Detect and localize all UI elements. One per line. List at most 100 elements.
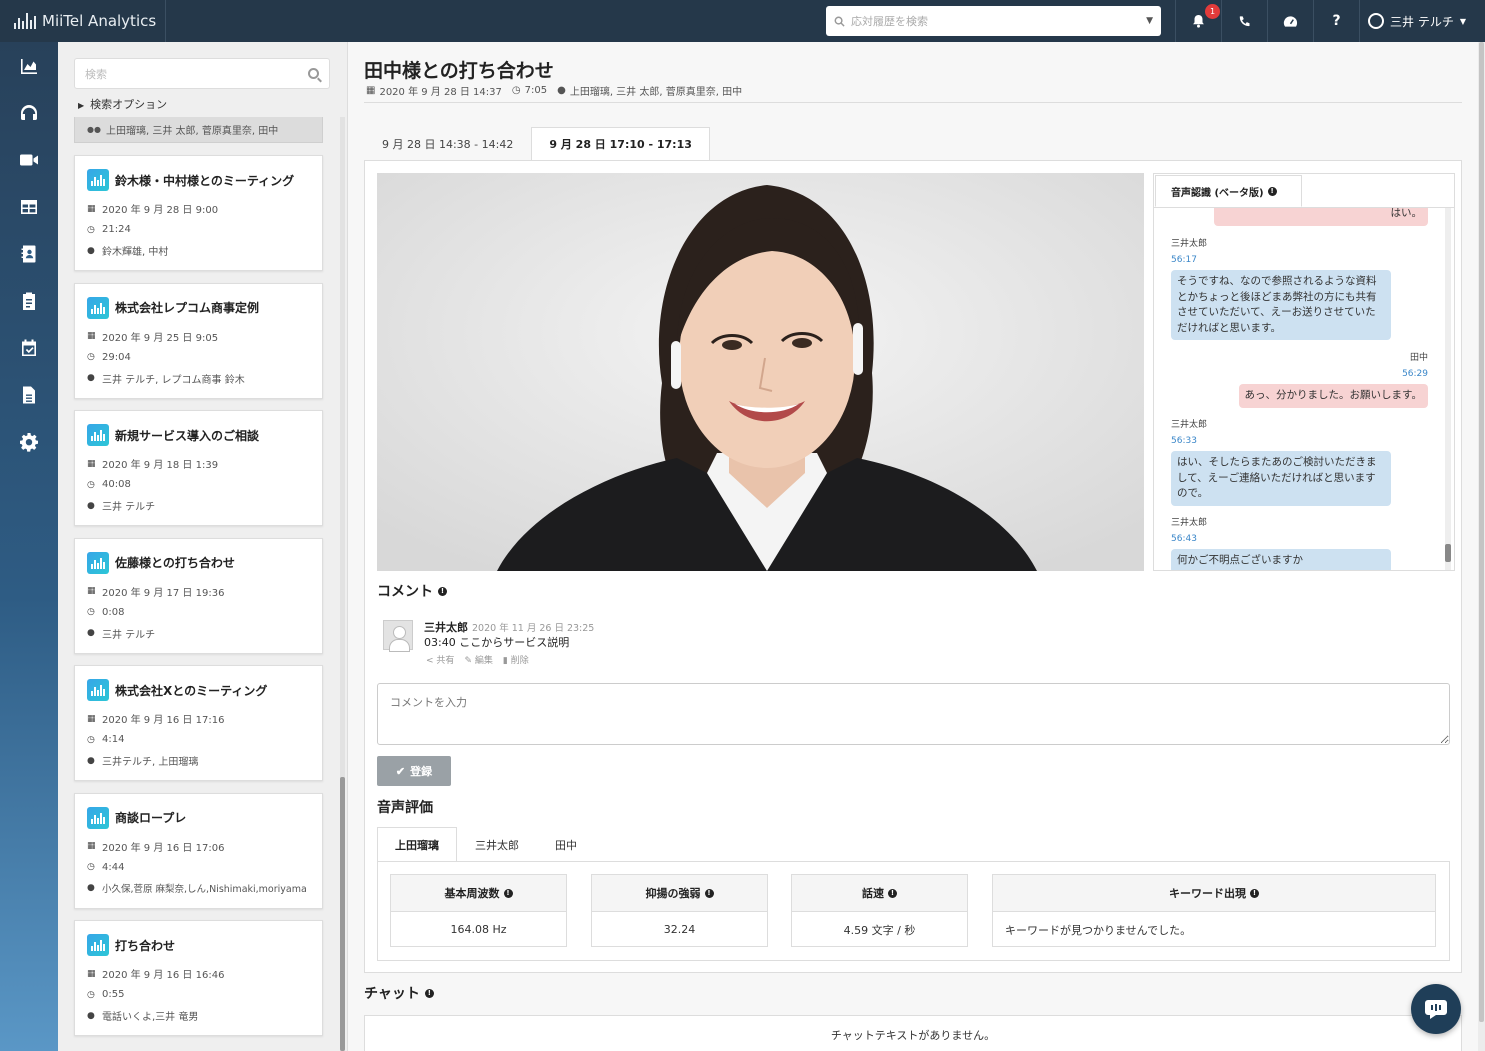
metric-label: キーワード出現 bbox=[1169, 887, 1246, 900]
meeting-card-date: 2020 年 9 月 16 日 16:46 bbox=[102, 970, 225, 981]
comment-author: 三井太郎 2020 年 11 月 26 日 23:25 bbox=[424, 619, 594, 635]
nav-meetings[interactable] bbox=[0, 136, 58, 183]
message-timestamp[interactable]: 56:43 bbox=[1171, 532, 1391, 548]
meeting-detail: 田中様との打ち合わせ ▦ 2020 年 9 月 28 日 14:37 ◷ 7:05 … bbox=[348, 42, 1478, 1051]
chat-support-button[interactable] bbox=[1411, 984, 1461, 1034]
list-item-partial[interactable]: ●● 上田瑠璃, 三井 太郎, 菅原真里奈, 田中 bbox=[74, 117, 323, 143]
meeting-card-duration: 0:08 bbox=[102, 606, 125, 618]
meeting-app-icon bbox=[87, 296, 109, 319]
meeting-card[interactable]: 新規サービス導入のご相談 ▦ 2020 年 9 月 18 日 1:39 ◷ 40:0… bbox=[74, 410, 323, 526]
clipboard-icon bbox=[23, 292, 35, 310]
speedometer-icon bbox=[1283, 15, 1298, 27]
clock-icon: ◷ bbox=[511, 85, 521, 96]
info-icon[interactable]: ! bbox=[888, 888, 897, 898]
message-timestamp[interactable]: 56:17 bbox=[1171, 253, 1391, 269]
transcript-message: 三井太郎 56:43 何かご不明点ございますか bbox=[1171, 516, 1391, 570]
page-scrollbar-thumb[interactable] bbox=[1479, 42, 1484, 1022]
info-icon[interactable]: ! bbox=[503, 888, 513, 898]
info-icon[interactable]: ! bbox=[438, 586, 447, 596]
voice-eval-heading: 音声評価 bbox=[377, 797, 433, 817]
area-chart-icon bbox=[21, 58, 37, 74]
meeting-search-input[interactable]: 検索 bbox=[74, 58, 330, 89]
user-menu[interactable]: 三井 テルチ ▼ bbox=[1359, 0, 1474, 42]
meeting-card-title: 新規サービス導入のご相談 bbox=[115, 428, 260, 443]
list-scrollbar-thumb[interactable] bbox=[340, 777, 345, 1051]
caret-down-icon[interactable]: ▼ bbox=[1146, 16, 1153, 26]
participants-icon: ● bbox=[87, 755, 95, 766]
edit-button[interactable]: ✎ 編集 bbox=[464, 653, 492, 666]
comment-input[interactable] bbox=[377, 683, 1450, 745]
tab-speaker[interactable]: 三井太郎 bbox=[457, 827, 537, 862]
nav-analytics[interactable] bbox=[0, 42, 58, 89]
meeting-card-title: 鈴木様・中村様とのミーティング bbox=[115, 173, 295, 188]
meeting-card[interactable]: 鈴木様・中村様とのミーティング ▦ 2020 年 9 月 28 日 9:00 ◷ 2… bbox=[74, 155, 323, 271]
tab-session-1[interactable]: 9 月 28 日 14:38 - 14:42 bbox=[364, 127, 531, 161]
metric-speech-rate: 話速! 4.59 文字 / 秒 bbox=[791, 874, 968, 947]
help-button[interactable]: ? bbox=[1313, 0, 1359, 42]
info-icon[interactable]: ! bbox=[1250, 888, 1259, 898]
chat-heading: チャット! bbox=[364, 983, 434, 1003]
register-button[interactable]: ✔ 登録 bbox=[377, 756, 451, 786]
tab-speaker[interactable]: 田中 bbox=[537, 827, 595, 862]
meeting-card[interactable]: 打ち合わせ ▦ 2020 年 9 月 16 日 16:46 ◷ 0:55 ● 電話いく… bbox=[74, 920, 323, 1036]
page-scrollbar[interactable] bbox=[1478, 42, 1485, 1051]
transcript-scrollbar[interactable] bbox=[1445, 208, 1451, 570]
meeting-cards: 鈴木様・中村様とのミーティング ▦ 2020 年 9 月 28 日 9:00 ◷ 2… bbox=[74, 155, 323, 1048]
dashboard-button[interactable] bbox=[1267, 0, 1313, 42]
metric-keywords: キーワード出現! キーワードが見つかりませんでした。 bbox=[992, 874, 1436, 947]
list-scrollbar[interactable] bbox=[340, 117, 345, 1051]
nav-calls[interactable] bbox=[0, 89, 58, 136]
tab-speaker[interactable]: 上田瑠璃 bbox=[377, 827, 457, 862]
nav-settings[interactable] bbox=[0, 418, 58, 465]
message-bubble: はい、そしたらまたあのご検討いただきまして、えーご連絡いただければと思いますので… bbox=[1171, 451, 1391, 506]
tab-session-2[interactable]: 9 月 28 日 17:10 - 17:13 bbox=[531, 127, 710, 161]
message-bubble: そうですね、なので参照されるような資料とかちょっと後ほどまあ弊社の方にも共有させ… bbox=[1171, 270, 1391, 340]
metric-value: 4.59 文字 / 秒 bbox=[843, 923, 916, 937]
video-player[interactable] bbox=[377, 173, 1144, 571]
nav-table[interactable] bbox=[0, 183, 58, 230]
history-search-input[interactable]: 応対履歴を検索 ▼ bbox=[826, 6, 1161, 36]
meeting-card[interactable]: 株式会社Xとのミーティング ▦ 2020 年 9 月 16 日 17:16 ◷ 4:… bbox=[74, 665, 323, 781]
meeting-card-duration: 0:55 bbox=[102, 989, 125, 1000]
nav-contacts[interactable] bbox=[0, 230, 58, 277]
meeting-card-date: 2020 年 9 月 17 日 19:36 bbox=[102, 587, 225, 599]
app-name: MiiTel Analytics bbox=[42, 12, 157, 30]
info-icon[interactable]: ! bbox=[704, 888, 714, 898]
metric-label: 基本周波数 bbox=[444, 887, 500, 900]
calendar-icon: ▦ bbox=[87, 841, 96, 851]
session-panel: 音声認識 (ベータ版) ! はい。 三井太郎 56:17 そうですね、なので参照… bbox=[364, 160, 1462, 973]
brand-logo[interactable]: MiiTel Analytics bbox=[0, 0, 166, 42]
meeting-card-participants: 小久保,菅原 麻梨奈,しん,Nishimaki,moriyama bbox=[102, 884, 307, 895]
share-button[interactable]: < 共有 bbox=[426, 653, 454, 666]
meeting-card[interactable]: 株式会社レプコム商事定例 ▦ 2020 年 9 月 25 日 9:05 ◷ 29:0… bbox=[74, 282, 323, 399]
meeting-card-participants: 三井テルチ, 上田瑠璃 bbox=[102, 757, 199, 768]
meeting-card[interactable]: 商談ロープレ ▦ 2020 年 9 月 16 日 17:06 ◷ 4:44 ● 小久保… bbox=[74, 792, 323, 909]
nav-documents[interactable] bbox=[0, 371, 58, 418]
video-frame-image bbox=[377, 173, 1144, 571]
notifications-button[interactable]: 1 bbox=[1175, 0, 1221, 42]
message-timestamp[interactable]: 56:29 bbox=[1214, 367, 1428, 383]
message-timestamp[interactable]: 56:33 bbox=[1171, 434, 1391, 450]
info-icon[interactable]: ! bbox=[1267, 186, 1277, 196]
comment-author-name: 三井太郎 bbox=[424, 621, 468, 634]
chat-box: チャットテキストがありません。 bbox=[364, 1015, 1462, 1051]
delete-button[interactable]: ▮ 削除 bbox=[503, 653, 529, 666]
meeting-card-title: 商談ロープレ bbox=[115, 811, 187, 825]
edit-icon: ✎ bbox=[464, 656, 472, 666]
meeting-card-title: 株式会社レプコム商事定例 bbox=[115, 301, 260, 315]
nav-tasks[interactable] bbox=[0, 277, 58, 324]
nav-schedule[interactable] bbox=[0, 324, 58, 371]
meeting-card-title: 佐藤様との打ち合わせ bbox=[115, 556, 235, 570]
metric-fundamental-frequency: 基本周波数! 164.08 Hz bbox=[390, 874, 567, 947]
search-icon[interactable] bbox=[308, 68, 319, 79]
info-icon[interactable]: ! bbox=[424, 988, 434, 998]
metric-value: 32.24 bbox=[663, 923, 696, 936]
tab-transcript[interactable]: 音声認識 (ベータ版) ! bbox=[1155, 175, 1302, 207]
headset-icon bbox=[21, 104, 37, 120]
participants-icon: ● bbox=[87, 628, 95, 638]
transcript-scrollbar-thumb[interactable] bbox=[1445, 544, 1451, 562]
meeting-card[interactable]: 佐藤様との打ち合わせ ▦ 2020 年 9 月 17 日 19:36 ◷ 0:08 … bbox=[74, 537, 323, 654]
side-navigation bbox=[0, 42, 58, 1051]
search-options-toggle[interactable]: ▶ 検索オプション bbox=[78, 96, 167, 112]
phone-button[interactable] bbox=[1221, 0, 1267, 42]
